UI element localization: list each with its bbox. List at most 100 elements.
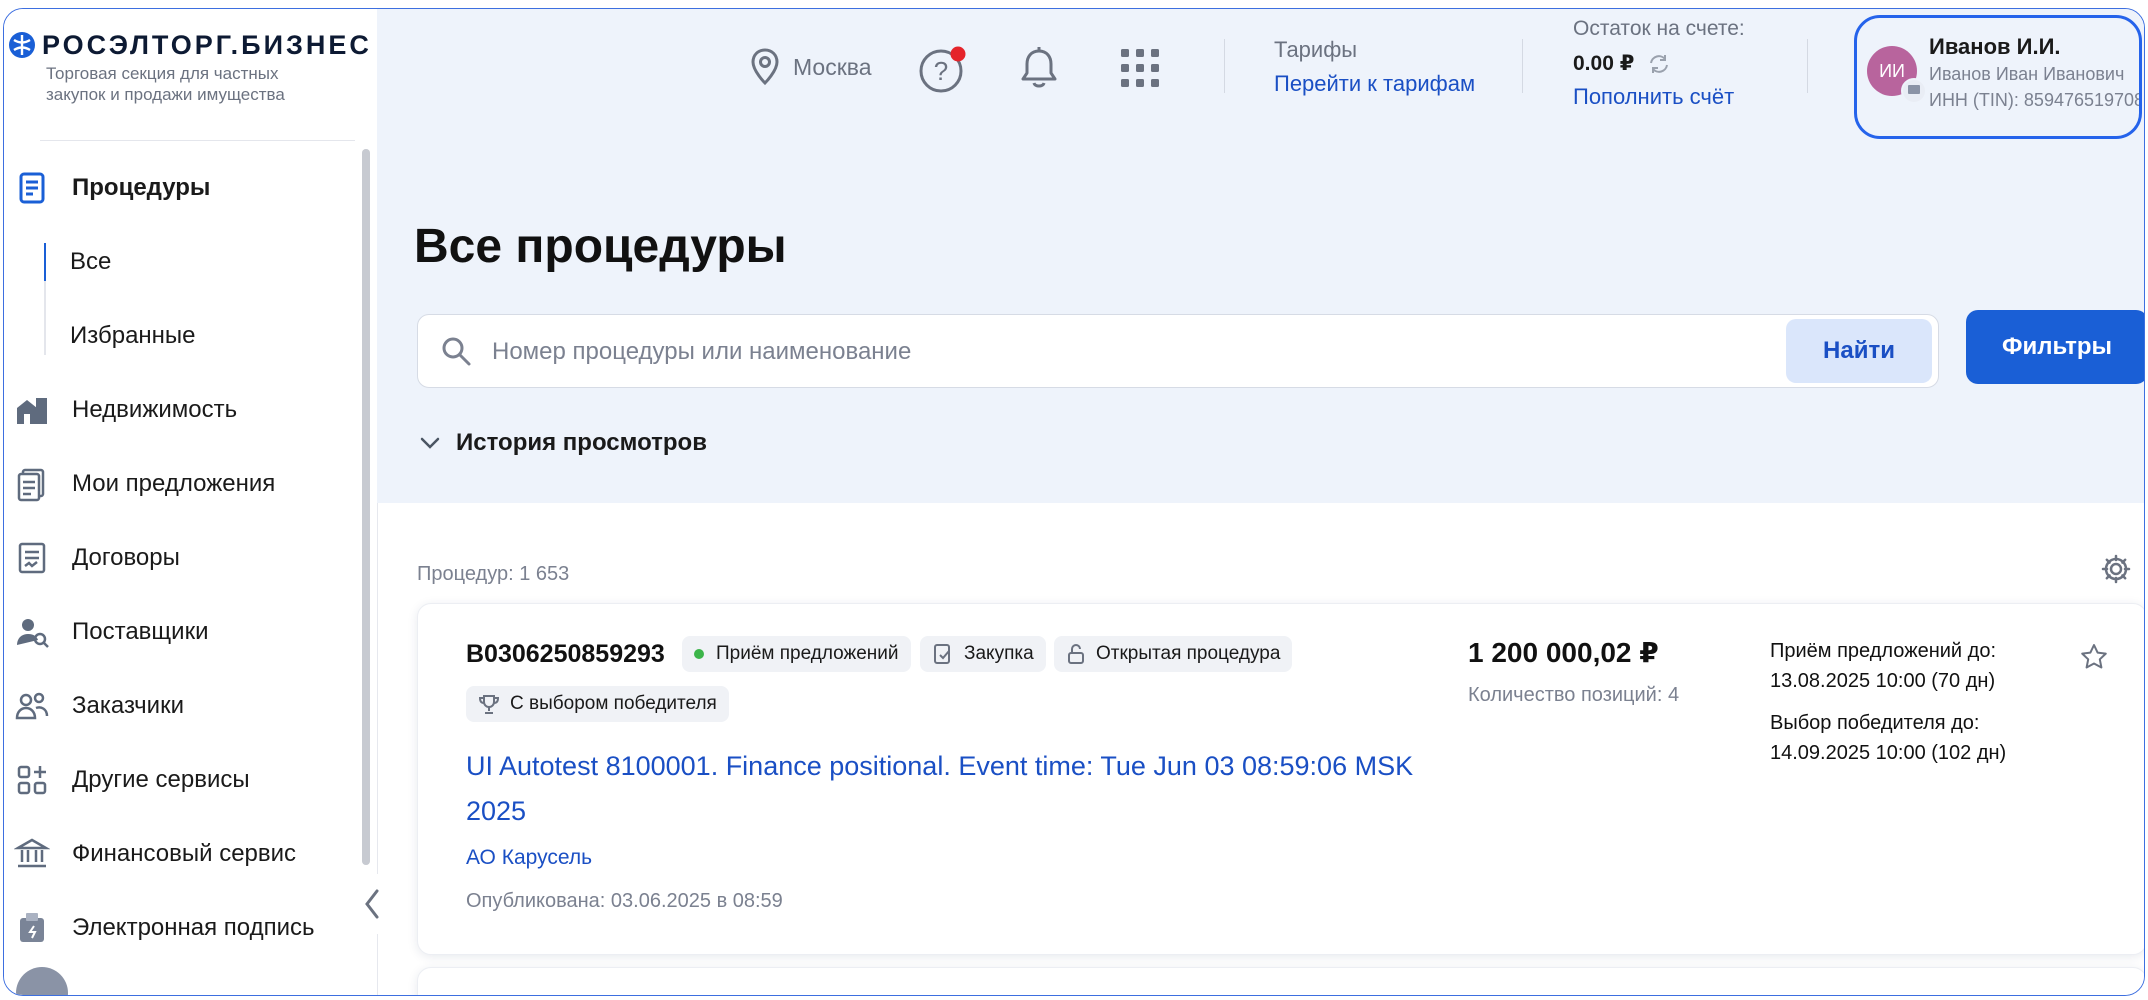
trophy-icon bbox=[478, 695, 500, 714]
brand-name: РОСЭЛТОРГ.БИЗНЕС bbox=[42, 30, 372, 60]
brand-subtitle: Торговая секция для частных закупок и пр… bbox=[46, 64, 285, 104]
sidebar-subitem-favorites[interactable]: Избранные bbox=[4, 281, 344, 373]
balance-block: Остаток на счете: 0.00 ₽ Пополнить счёт bbox=[1573, 17, 1745, 110]
sidebar: РОСЭЛТОРГ.БИЗНЕС Торговая секция для час… bbox=[4, 9, 392, 995]
gear-icon[interactable] bbox=[2100, 553, 2132, 585]
sidebar-item-label: Процедуры bbox=[72, 174, 211, 201]
published-date: Опубликована: 03.06.2025 в 08:59 bbox=[466, 890, 783, 912]
winner-deadline-value: 14.09.2025 10:00 (102 дн) bbox=[1770, 742, 2007, 764]
user-profile-menu[interactable]: ИИ Иванов И.И. Иванов Иван Иванович ИНН … bbox=[1854, 15, 2142, 139]
bank-icon bbox=[14, 838, 50, 868]
sidebar-subitem-all[interactable]: Все bbox=[4, 225, 344, 299]
sidebar-item-finance[interactable]: Финансовый сервис bbox=[4, 817, 344, 891]
winner-selection-badge: С выбором победителя bbox=[466, 686, 729, 722]
brand-logo[interactable]: РОСЭЛТОРГ.БИЗНЕС Торговая секция для час… bbox=[8, 31, 372, 105]
search-input[interactable] bbox=[490, 331, 1794, 373]
sidebar-item-label: Избранные bbox=[70, 322, 196, 349]
status-dot bbox=[694, 649, 704, 659]
sidebar-nav: Процедуры Все Избранные Недвижимость Мои… bbox=[4, 151, 344, 965]
sidebar-collapse-button[interactable] bbox=[352, 874, 392, 934]
procedures-count: Процедур: 1 653 bbox=[417, 563, 570, 585]
procedure-card[interactable]: B0306250859293 Приём предложений Закупка… bbox=[417, 603, 2144, 955]
chevron-down-icon bbox=[420, 437, 440, 449]
topup-link[interactable]: Пополнить счёт bbox=[1573, 84, 1745, 110]
purchase-check-icon bbox=[934, 644, 950, 664]
sidebar-item-label: Поставщики bbox=[72, 618, 209, 645]
telegram-icon[interactable] bbox=[16, 967, 68, 995]
sidebar-scrollbar-thumb[interactable] bbox=[362, 149, 370, 865]
offers-deadline-label: Приём предложений до: bbox=[1770, 640, 1996, 662]
user-inn: ИНН (TIN): 859476519708 bbox=[1929, 90, 2142, 110]
tariffs-link[interactable]: Перейти к тарифам bbox=[1274, 71, 1475, 97]
offers-icon bbox=[17, 468, 45, 502]
balance-amount: 0.00 ₽ bbox=[1573, 52, 1635, 75]
header-separator bbox=[1807, 39, 1808, 93]
search-icon bbox=[442, 337, 471, 366]
page-title: Все процедуры bbox=[414, 220, 787, 273]
sidebar-item-label: Финансовый сервис bbox=[72, 840, 297, 867]
offers-deadline-value: 13.08.2025 10:00 (70 дн) bbox=[1770, 670, 1996, 692]
sidebar-item-label: Договоры bbox=[72, 544, 180, 571]
unlock-icon bbox=[1068, 644, 1084, 664]
sidebar-item-my-offers[interactable]: Мои предложения bbox=[4, 447, 344, 521]
bell-icon[interactable] bbox=[1018, 45, 1060, 91]
favorite-star-icon[interactable] bbox=[2079, 642, 2109, 672]
tariffs-block: Тарифы Перейти к тарифам bbox=[1274, 37, 1475, 97]
chevron-left-icon bbox=[365, 889, 379, 919]
procedure-type-badge: Закупка bbox=[920, 636, 1046, 672]
access-label: Открытая процедура bbox=[1096, 643, 1281, 664]
sidebar-item-label: Электронная подпись bbox=[72, 914, 315, 941]
supplier-icon bbox=[17, 619, 49, 648]
tariffs-label: Тарифы bbox=[1274, 37, 1358, 62]
sidebar-item-e-signature[interactable]: Электронная подпись bbox=[4, 891, 344, 965]
user-full-name: Иванов Иван Иванович bbox=[1929, 64, 2125, 84]
sidebar-item-label: Все bbox=[70, 248, 112, 275]
sidebar-item-contracts[interactable]: Договоры bbox=[4, 521, 344, 595]
app-window: РОСЭЛТОРГ.БИЗНЕС Торговая секция для час… bbox=[3, 8, 2145, 996]
location-selector[interactable]: Москва bbox=[749, 47, 872, 87]
services-icon bbox=[17, 765, 47, 795]
view-history-label: История просмотров bbox=[456, 429, 707, 456]
sidebar-divider bbox=[40, 140, 355, 141]
organization-link[interactable]: АО Карусель bbox=[466, 846, 592, 870]
apps-grid-icon[interactable] bbox=[1119, 47, 1161, 89]
find-button[interactable]: Найти bbox=[1786, 319, 1932, 383]
help-icon[interactable]: ? bbox=[919, 43, 969, 93]
sub-indicator bbox=[44, 281, 46, 355]
procedure-price: 1 200 000,02 ₽ bbox=[1468, 637, 1659, 668]
sidebar-item-customers[interactable]: Заказчики bbox=[4, 669, 344, 743]
sidebar-item-other-services[interactable]: Другие сервисы bbox=[4, 743, 344, 817]
view-history-toggle[interactable]: История просмотров bbox=[420, 429, 707, 457]
token-icon bbox=[20, 913, 44, 942]
balance-label: Остаток на счете: bbox=[1573, 17, 1745, 40]
sidebar-item-label: Другие сервисы bbox=[72, 766, 250, 793]
procedure-title-link[interactable]: UI Autotest 8100001. Finance positional.… bbox=[466, 744, 1466, 834]
filters-button[interactable]: Фильтры bbox=[1966, 310, 2144, 384]
contract-icon bbox=[18, 542, 46, 574]
sidebar-item-real-estate[interactable]: Недвижимость bbox=[4, 373, 344, 447]
location-pin-icon bbox=[751, 48, 779, 86]
top-header: Москва ? Тарифы Перейти к тарифам Остато… bbox=[377, 9, 2144, 142]
sidebar-item-suppliers[interactable]: Поставщики bbox=[4, 595, 344, 669]
offers-deadline: Приём предложений до: 13.08.2025 10:00 (… bbox=[1770, 636, 1996, 696]
winner-selection-label: С выбором победителя bbox=[510, 693, 717, 714]
winner-deadline-label: Выбор победителя до: bbox=[1770, 712, 1980, 734]
positions-count: Количество позиций: 4 bbox=[1468, 684, 1680, 706]
mail-badge-icon bbox=[1901, 78, 1927, 104]
location-label: Москва bbox=[793, 53, 872, 80]
procedure-number[interactable]: B0306250859293 bbox=[466, 640, 665, 669]
brand-mark-icon bbox=[9, 32, 35, 58]
refresh-icon[interactable] bbox=[1646, 53, 1672, 75]
sidebar-item-procedures[interactable]: Процедуры bbox=[4, 151, 344, 225]
user-short-name: Иванов И.И. bbox=[1929, 34, 2061, 59]
sidebar-item-label: Заказчики bbox=[72, 692, 184, 719]
customers-icon bbox=[15, 692, 49, 720]
procedure-card-partial[interactable] bbox=[417, 967, 2144, 995]
header-separator bbox=[1224, 39, 1225, 93]
status-label: Приём предложений bbox=[716, 643, 899, 664]
access-badge: Открытая процедура bbox=[1054, 636, 1293, 672]
sub-indicator bbox=[44, 243, 46, 281]
sidebar-item-label: Мои предложения bbox=[72, 470, 276, 497]
status-badge: Приём предложений bbox=[682, 636, 911, 672]
document-icon bbox=[19, 172, 45, 204]
